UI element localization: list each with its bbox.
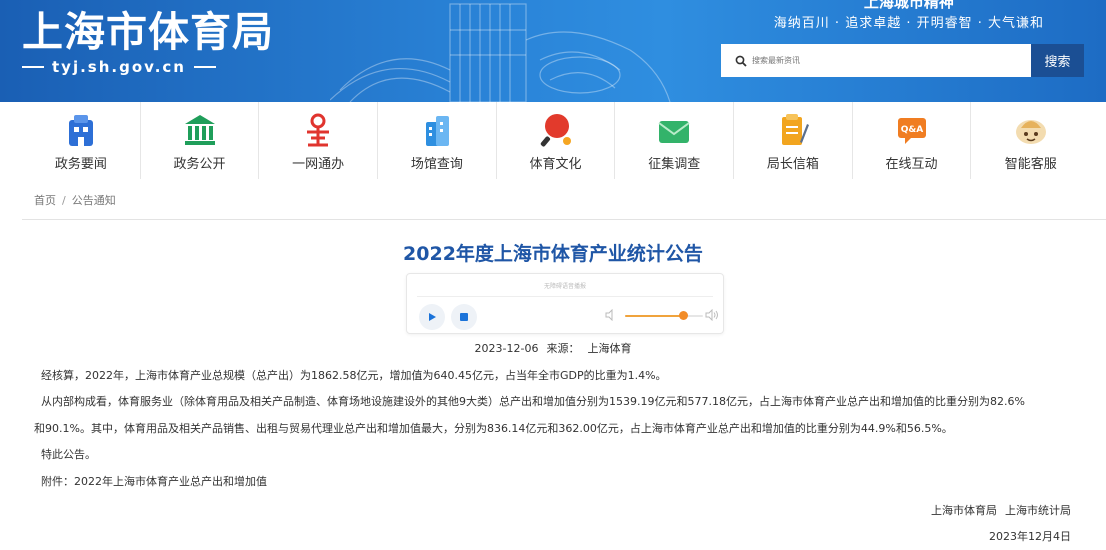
- source-name: 上海体育: [587, 342, 632, 355]
- breadcrumb-current[interactable]: 公告通知: [72, 194, 116, 207]
- government-building-icon: [184, 115, 215, 145]
- city-skyline-illustration: [330, 3, 671, 102]
- audio-player: 无障碍语音播报: [406, 273, 724, 334]
- volume-handle[interactable]: [679, 311, 688, 320]
- nav-item-smart-service[interactable]: 智能客服: [971, 102, 1090, 179]
- city-spirit: 上海城市精神 海纳百川 · 追求卓越 · 开明睿智 · 大气谦和: [774, 0, 1044, 33]
- survey-envelope-icon: [658, 121, 690, 143]
- article-meta: 2023-12-06 来源： 上海体育: [0, 340, 1106, 356]
- play-icon: [429, 313, 436, 321]
- nav-label: 场馆查询: [410, 157, 463, 172]
- paragraph-closing: 特此公告。: [41, 448, 96, 461]
- volume-low-icon[interactable]: [605, 309, 617, 321]
- logo-url: tyj.sh.gov.cn: [52, 58, 186, 76]
- publish-date: 2023-12-06: [474, 342, 539, 355]
- paragraph-1: 经核算，2022年，上海市体育产业总规模（总产出）为1862.58亿元，增加值为…: [41, 369, 667, 382]
- logo-dash-right: [193, 66, 216, 68]
- search-bar: 搜索: [721, 44, 1084, 77]
- nav-label: 智能客服: [1004, 157, 1057, 172]
- nav-label: 征集调查: [648, 157, 701, 172]
- nav-item-online-interaction[interactable]: Q&A 在线互动: [853, 102, 972, 179]
- search-input[interactable]: [752, 56, 1002, 65]
- nav-label: 政务公开: [173, 157, 226, 172]
- player-divider: [417, 296, 713, 297]
- search-icon: [735, 55, 747, 67]
- search-button[interactable]: 搜索: [1031, 44, 1084, 77]
- nav-label: 体育文化: [529, 157, 582, 172]
- nav-item-news[interactable]: 政务要闻: [22, 102, 141, 179]
- volume-high-icon[interactable]: [705, 309, 719, 321]
- city-spirit-title: 上海城市精神: [863, 0, 954, 11]
- nav-label: 政务要闻: [54, 157, 107, 172]
- volume-fill: [625, 315, 684, 317]
- news-building-icon: [68, 115, 93, 146]
- city-spirit-text: 海纳百川 · 追求卓越 · 开明睿智 · 大气谦和: [773, 16, 1044, 31]
- header-banner: 上海市体育局 tyj.sh.gov.cn 上海城市精神 海纳百川 · 追求卓越 …: [0, 0, 1106, 102]
- service-icon: [307, 113, 330, 147]
- logo-text: 上海市体育局: [22, 8, 274, 56]
- signer-statistics-bureau: 上海市统计局: [1005, 504, 1071, 517]
- breadcrumb-separator: /: [62, 194, 66, 207]
- stop-icon: [460, 313, 468, 321]
- nav-item-survey[interactable]: 征集调查: [615, 102, 735, 179]
- svg-text:Q&A: Q&A: [900, 125, 922, 135]
- volume-slider[interactable]: [625, 315, 703, 317]
- attachment-link[interactable]: 附件：2022年上海市体育产业总产出和增加值: [41, 475, 267, 489]
- source-label: 来源：: [546, 342, 580, 355]
- robot-assistant-icon: [1015, 120, 1046, 144]
- divider: [22, 219, 1106, 220]
- qa-chat-icon: Q&A: [897, 118, 926, 144]
- nav-label: 在线互动: [885, 157, 938, 172]
- breadcrumb: 首页 / 公告通知: [34, 192, 116, 208]
- site-logo[interactable]: 上海市体育局 tyj.sh.gov.cn: [22, 8, 274, 76]
- signature: 上海市体育局 上海市统计局: [931, 502, 1071, 518]
- logo-dash-left: [22, 66, 44, 68]
- nav-item-venue-search[interactable]: 场馆查询: [378, 102, 497, 179]
- main-nav: 政务要闻 政务公开 一网通办 场馆查询 体育文化 征集调查 局长信箱 Q&A 在…: [22, 102, 1090, 179]
- player-label: 无障碍语音播报: [543, 283, 586, 290]
- stop-button[interactable]: [451, 304, 477, 330]
- nav-item-open-government[interactable]: 政务公开: [141, 102, 260, 179]
- nav-label: 局长信箱: [766, 157, 819, 172]
- breadcrumb-home[interactable]: 首页: [34, 194, 56, 207]
- paragraph-2-line-1: 从内部构成看，体育服务业（除体育用品及相关产品制造、体育场地设施建设外的其他9大…: [41, 395, 1025, 408]
- signer-sports-bureau: 上海市体育局: [931, 504, 997, 517]
- nav-item-sports-culture[interactable]: 体育文化: [497, 102, 616, 179]
- nav-item-director-mailbox[interactable]: 局长信箱: [734, 102, 853, 179]
- table-tennis-icon: [540, 114, 571, 147]
- article-title: 2022年度上海市体育产业统计公告: [403, 243, 703, 265]
- paragraph-2-line-2: 和90.1%。其中，体育用品及相关产品销售、出租与贸易代理业总产出和增加值最大，…: [34, 422, 953, 435]
- nav-item-online-service[interactable]: 一网通办: [259, 102, 379, 179]
- play-button[interactable]: [419, 304, 445, 330]
- nav-label: 一网通办: [292, 157, 345, 172]
- sign-date: 2023年12月4日: [989, 530, 1071, 543]
- venue-icon: [425, 116, 449, 146]
- mailbox-notepad-icon: [781, 114, 809, 145]
